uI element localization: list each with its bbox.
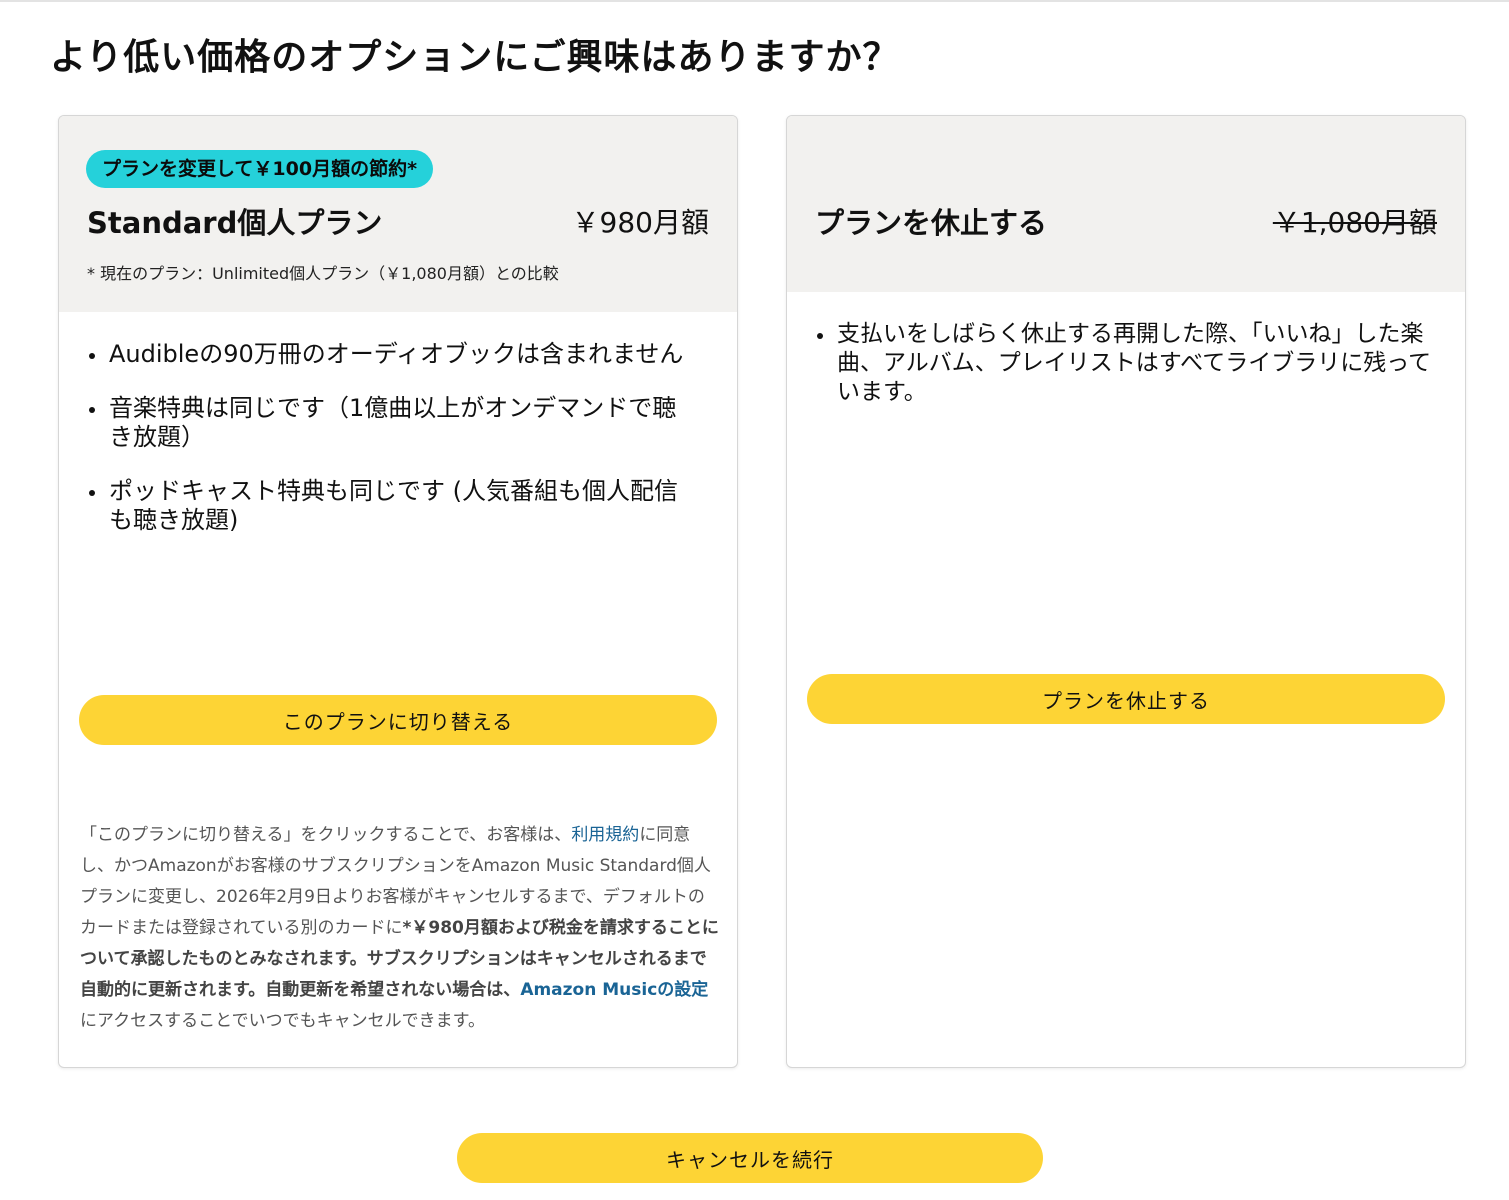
pause-plan-header: プランを休止する ￥1,080月額 <box>787 116 1465 292</box>
switch-plan-header: プランを変更して￥100月額の節約* Standard個人プラン ￥980月額 … <box>59 116 737 312</box>
page-title: より低い価格のオプションにご興味はありますか？ <box>50 37 900 78</box>
switch-plan-card: プランを変更して￥100月額の節約* Standard個人プラン ￥980月額 … <box>58 115 738 1068</box>
pause-plan-card: プランを休止する ￥1,080月額 支払いをしばらく休止する再開した際、「いいね… <box>786 115 1466 1068</box>
legal-text-part: 「このプランに切り替える」をクリックすることで、お客様は、 <box>80 825 572 845</box>
current-price-strikethrough: ￥1,080月額 <box>1272 206 1437 239</box>
switch-plan-button[interactable]: このプランに切り替える <box>79 695 717 745</box>
benefit-item: ポッドキャスト特典も同じです (人気番組も個人配信も聴き放題) <box>87 477 699 535</box>
benefit-item: 支払いをしばらく休止する再開した際、「いいね」した楽曲、アルバム、プレイリストは… <box>815 320 1435 407</box>
music-settings-link[interactable]: Amazon Musicの設定 <box>520 980 708 1000</box>
benefit-item: Audibleの90万冊のオーディオブックは含まれません <box>87 340 699 369</box>
switch-plan-benefits: Audibleの90万冊のオーディオブックは含まれません 音楽特典は同じです（1… <box>87 340 699 560</box>
top-divider <box>0 0 1509 2</box>
legal-text-part: にアクセスすることでいつでもキャンセルできます。 <box>80 1011 485 1031</box>
terms-link[interactable]: 利用規約 <box>571 825 639 845</box>
benefit-item: 音楽特典は同じです（1億曲以上がオンデマンドで聴き放題） <box>87 394 699 452</box>
pause-plan-benefits: 支払いをしばらく休止する再開した際、「いいね」した楽曲、アルバム、プレイリストは… <box>815 320 1435 432</box>
pause-plan-title: プランを休止する <box>815 206 1048 240</box>
plan-price: ￥980月額 <box>571 206 709 239</box>
plan-comparison-note: * 現在のプラン：Unlimited個人プラン（￥1,080月額）との比較 <box>87 264 559 283</box>
continue-cancel-button[interactable]: キャンセルを続行 <box>457 1133 1043 1183</box>
plan-name: Standard個人プラン <box>87 206 383 240</box>
savings-badge: プランを変更して￥100月額の節約* <box>86 150 434 188</box>
legal-text: 「このプランに切り替える」をクリックすることで、お客様は、利用規約に同意し、かつ… <box>80 820 720 1037</box>
pause-plan-button[interactable]: プランを休止する <box>807 674 1445 724</box>
